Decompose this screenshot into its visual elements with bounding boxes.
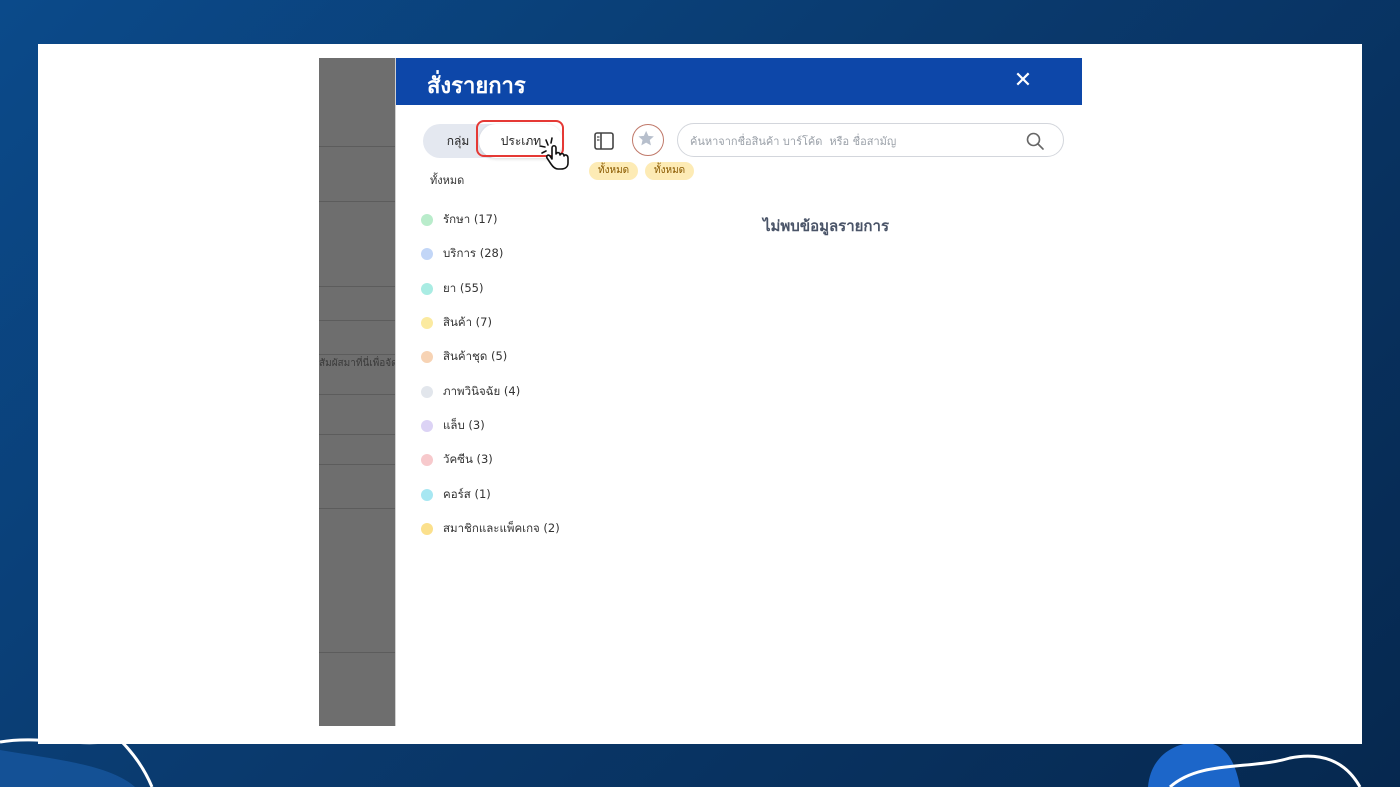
category-color-dot <box>421 317 433 330</box>
category-item[interactable]: สมาชิกและแพ็คเกจ (2) <box>421 512 621 546</box>
divider <box>319 394 397 395</box>
divider <box>319 508 397 509</box>
filter-chip[interactable]: ทั้งหมด <box>589 162 639 180</box>
divider <box>319 201 397 202</box>
category-color-dot <box>421 419 433 432</box>
modal-title: สั่งรายการ <box>427 74 526 99</box>
divider <box>319 354 397 355</box>
divider <box>319 652 397 653</box>
search-input[interactable] <box>690 131 1010 151</box>
background-app-overlay: สัมผัสมาที่นี่เพื่อจัด <box>319 58 397 726</box>
filter-chip[interactable]: ทั้งหมด <box>645 162 695 180</box>
category-list: รักษา (17) บริการ (28) ยา (55) สินค้า (7… <box>421 203 621 546</box>
close-icon[interactable]: ✕ <box>1010 68 1036 94</box>
category-item[interactable]: ยา (55) <box>421 272 621 306</box>
category-item[interactable]: สินค้าชุด (5) <box>421 340 621 374</box>
category-label: บริการ (28) <box>443 246 504 261</box>
favorite-button[interactable] <box>632 124 664 156</box>
category-label: สินค้า (7) <box>443 315 492 330</box>
empty-state-message: ไม่พบข้อมูลรายการ <box>762 217 889 235</box>
star-icon <box>638 130 654 146</box>
category-item[interactable]: ภาพวินิจฉัย (4) <box>421 374 621 408</box>
category-color-dot <box>421 248 433 261</box>
category-label: แล็บ (3) <box>443 417 485 432</box>
category-color-dot <box>421 488 433 501</box>
category-label: ยา (55) <box>443 280 484 295</box>
category-color-dot <box>421 282 433 295</box>
modal-header: สั่งรายการ ✕ <box>396 58 1082 105</box>
divider <box>319 464 397 465</box>
sidebar-layout-icon[interactable] <box>593 130 615 152</box>
category-item[interactable]: แล็บ (3) <box>421 409 621 443</box>
divider <box>319 286 397 287</box>
toggle-group-button[interactable]: กลุ่ม <box>433 124 483 158</box>
category-color-dot <box>421 454 433 467</box>
search-icon[interactable] <box>1025 131 1045 151</box>
category-color-dot <box>421 385 433 398</box>
category-item[interactable]: สินค้า (7) <box>421 306 621 340</box>
background-text: สัมผัสมาที่นี่เพื่อจัด <box>319 358 397 369</box>
category-label: ภาพวินิจฉัย (4) <box>443 383 521 398</box>
category-all[interactable]: ทั้งหมด <box>430 171 464 189</box>
category-color-dot <box>421 522 433 535</box>
category-color-dot <box>421 351 433 364</box>
category-label: สมาชิกและแพ็คเกจ (2) <box>443 520 560 535</box>
category-label: วัคซีน (3) <box>443 452 493 467</box>
category-color-dot <box>421 214 433 227</box>
search-bar <box>677 123 1064 157</box>
category-item[interactable]: รักษา (17) <box>421 203 621 237</box>
order-modal: สั่งรายการ ✕ กลุ่ม ประเภท ทั้งหมด ทั้งหม… <box>395 58 1082 726</box>
category-item[interactable]: คอร์ส (1) <box>421 477 621 511</box>
divider <box>319 434 397 435</box>
pointer-hand-icon <box>539 137 569 170</box>
divider <box>319 146 397 147</box>
category-item[interactable]: บริการ (28) <box>421 237 621 271</box>
category-label: สินค้าชุด (5) <box>443 349 508 364</box>
category-label: รักษา (17) <box>443 212 498 227</box>
category-label: คอร์ส (1) <box>443 486 491 501</box>
divider <box>319 320 397 321</box>
category-item[interactable]: วัคซีน (3) <box>421 443 621 477</box>
